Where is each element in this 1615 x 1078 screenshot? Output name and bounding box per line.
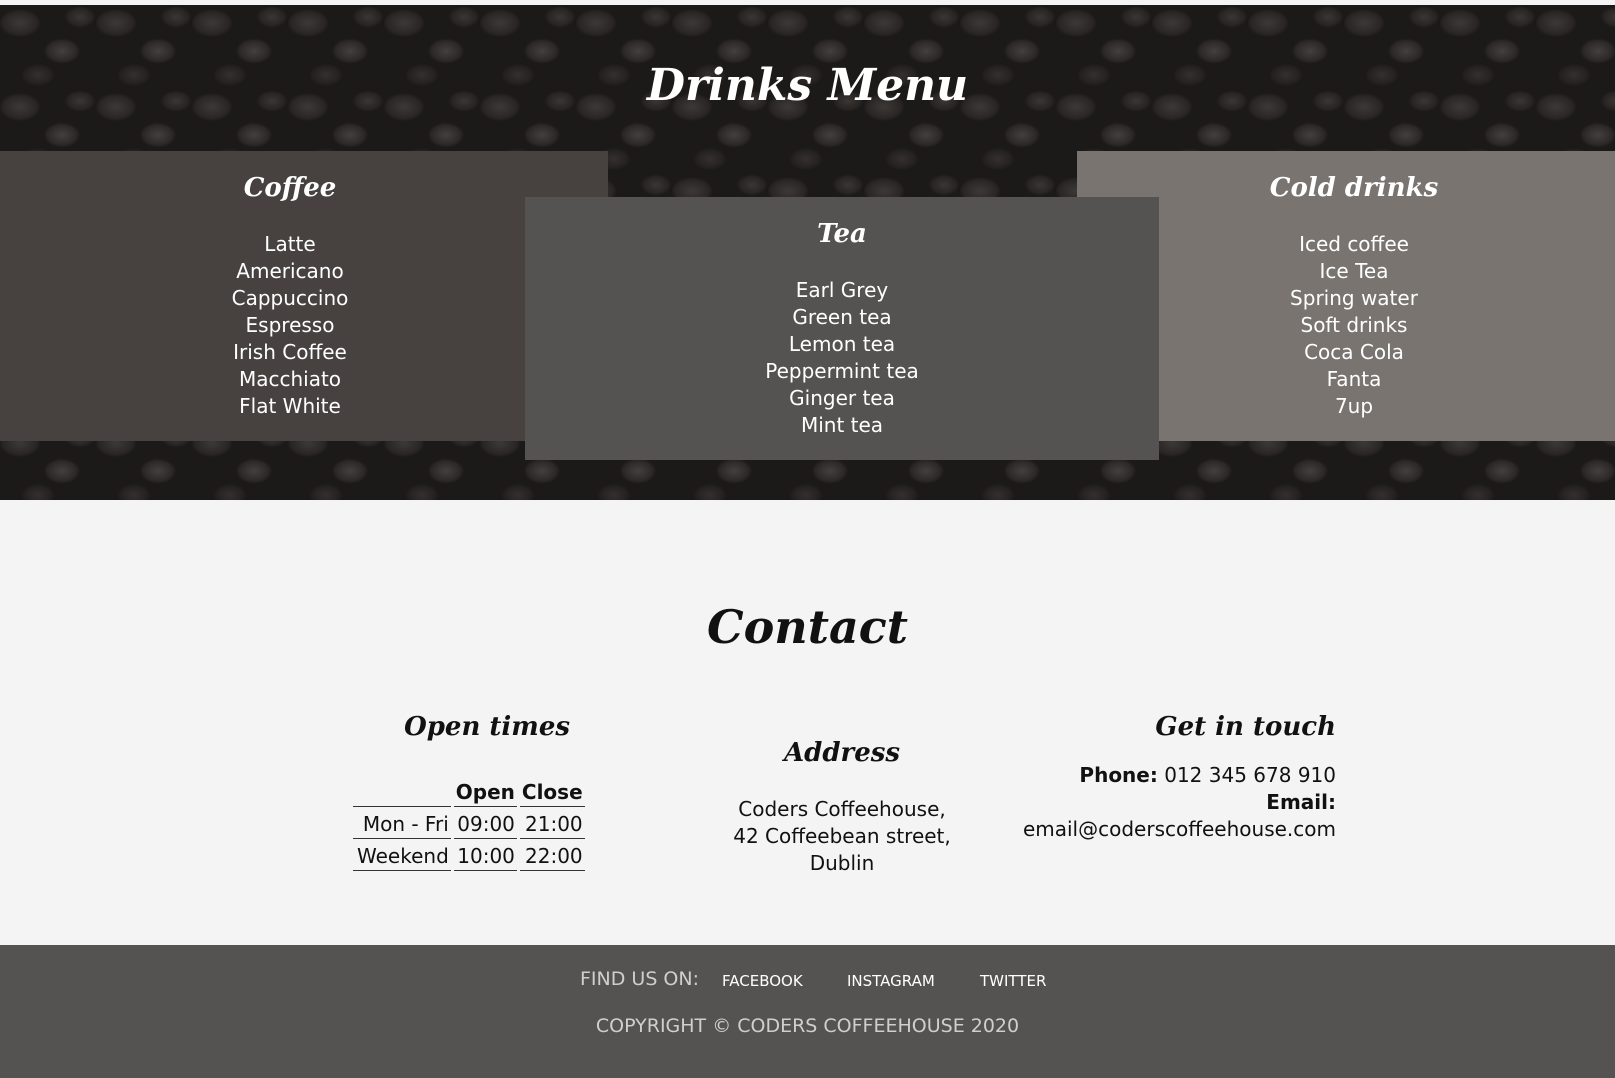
coffee-card-content: Coffee Latte Americano Cappuccino Espres… bbox=[0, 173, 580, 420]
address-line: Coders Coffeehouse, bbox=[738, 797, 946, 821]
list-item: Latte bbox=[264, 232, 316, 256]
table-header bbox=[353, 778, 451, 807]
table-cell: 09:00 bbox=[453, 810, 517, 839]
list-item: Green tea bbox=[792, 305, 892, 329]
address-text: Coders Coffeehouse, 42 Coffeebean street… bbox=[640, 796, 1044, 877]
list-item: Mint tea bbox=[800, 413, 884, 437]
table-header: Open bbox=[453, 778, 517, 807]
table-cell: 21:00 bbox=[519, 810, 585, 839]
get-in-touch-title: Get in touch bbox=[1155, 712, 1336, 742]
table-cell: 10:00 bbox=[453, 842, 517, 871]
get-in-touch-section: Get in touch Phone: 012 345 678 910 Emai… bbox=[1000, 712, 1336, 843]
address-line: Dublin bbox=[809, 851, 875, 875]
contact-title: Contact bbox=[706, 600, 909, 654]
phone-number: 012 345 678 910 bbox=[1164, 763, 1336, 787]
list-item: Earl Grey bbox=[795, 278, 889, 302]
list-item: Americano bbox=[236, 259, 344, 283]
list-item: Cappuccino bbox=[231, 286, 349, 310]
table-header: Close bbox=[519, 778, 585, 807]
table-row: Weekend 10:00 22:00 bbox=[353, 842, 585, 871]
address-section: Address Coders Coffeehouse, 42 Coffeebea… bbox=[640, 738, 1044, 877]
email-line: email@coderscoffeehouse.com bbox=[1000, 816, 1336, 843]
open-times-title: Open times bbox=[404, 712, 570, 742]
table-cell: Weekend bbox=[353, 842, 451, 871]
copyright-text: COPYRIGHT © CODERS COFFEEHOUSE 2020 bbox=[595, 1015, 1020, 1037]
instagram-link[interactable]: INSTAGRAM bbox=[847, 972, 935, 990]
list-item: Lemon tea bbox=[788, 332, 896, 356]
table-header-row: Open Close bbox=[353, 778, 585, 807]
list-item: Irish Coffee bbox=[233, 340, 347, 364]
tea-list: Earl Grey Green tea Lemon tea Peppermint… bbox=[525, 277, 1159, 439]
coffee-list: Latte Americano Cappuccino Espresso Iris… bbox=[0, 231, 580, 420]
twitter-link[interactable]: TWITTER bbox=[980, 972, 1046, 990]
list-item: Espresso bbox=[245, 313, 335, 337]
email-label-line: Email: bbox=[1000, 789, 1336, 816]
open-times-table: Open Close Mon - Fri 09:00 21:00 Weekend… bbox=[350, 775, 588, 874]
tea-card: Tea Earl Grey Green tea Lemon tea Pepper… bbox=[525, 197, 1159, 460]
menu-title: Drinks Menu bbox=[646, 60, 969, 111]
table-cell: Mon - Fri bbox=[353, 810, 451, 839]
email-address: email@coderscoffeehouse.com bbox=[1022, 817, 1336, 841]
phone-label: Phone: bbox=[1079, 763, 1158, 787]
email-label: Email: bbox=[1266, 790, 1336, 814]
find-us-label: FIND US ON: bbox=[580, 968, 699, 990]
address-line: 42 Coffeebean street, bbox=[733, 824, 951, 848]
table-row: Mon - Fri 09:00 21:00 bbox=[353, 810, 585, 839]
list-item: Macchiato bbox=[238, 367, 342, 391]
table-cell: 22:00 bbox=[519, 842, 585, 871]
list-item: Flat White bbox=[239, 394, 341, 418]
footer: FIND US ON: FACEBOOK INSTAGRAM TWITTER C… bbox=[0, 945, 1615, 1078]
phone-line: Phone: 012 345 678 910 bbox=[1000, 762, 1336, 789]
coffee-title: Coffee bbox=[243, 173, 337, 203]
open-times-section: Open times bbox=[340, 712, 570, 742]
address-title: Address bbox=[783, 738, 901, 768]
facebook-link[interactable]: FACEBOOK bbox=[722, 972, 803, 990]
contact-details: Phone: 012 345 678 910 Email: email@code… bbox=[1000, 762, 1336, 843]
tea-title: Tea bbox=[817, 219, 867, 249]
coffee-card: Coffee Latte Americano Cappuccino Espres… bbox=[0, 151, 608, 441]
list-item: Peppermint tea bbox=[765, 359, 919, 383]
list-item: Ginger tea bbox=[789, 386, 895, 410]
